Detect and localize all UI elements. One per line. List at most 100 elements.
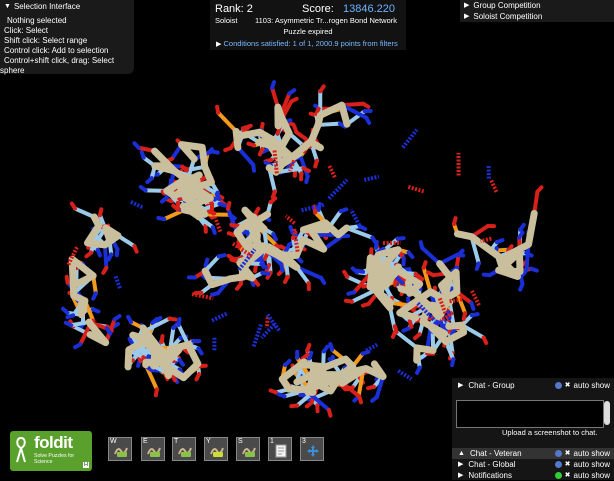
help-line: Shift click: Select range	[4, 36, 134, 46]
sidechain-atom	[117, 249, 118, 255]
rebuild-all-icon	[210, 444, 224, 458]
sidechain-atom	[86, 253, 91, 257]
sidechain-atom	[348, 292, 354, 294]
notifications-tab[interactable]: ▶Notifications ✖auto show	[452, 470, 614, 481]
sidechain-atom	[519, 233, 522, 238]
sidechain-atom	[109, 254, 112, 259]
hydrogen-bond	[364, 177, 379, 180]
auto-show-label[interactable]: auto show	[574, 448, 610, 459]
sidechain-atom	[464, 313, 465, 319]
foldit-logo[interactable]: foldit Solve Puzzles for Science H	[10, 431, 92, 471]
group-competition-label: Group Competition	[473, 0, 540, 11]
hydrogen-bond	[267, 317, 268, 328]
chat-veteran-tab[interactable]: ▲Chat - Veteran ✖auto show	[452, 448, 614, 459]
sidechain-atom	[100, 209, 101, 215]
wiggle-all-button[interactable]: W	[108, 437, 132, 461]
sidechain-atom	[115, 316, 120, 319]
chat-panel: ▶Chat - Group ✖auto show Upload a screen…	[452, 378, 614, 480]
notes-button[interactable]: 1	[268, 437, 292, 461]
puzzle-name: 1103: Asymmetric Tr...rogen Bond Network	[255, 16, 397, 25]
expand-triangle-icon: ▶	[216, 41, 221, 48]
sidechain-atom	[472, 314, 478, 315]
sidechain-atom	[232, 225, 238, 226]
rebuild-all-button[interactable]: Y	[204, 437, 228, 461]
chat-global-tab[interactable]: ▶Chat - Global ✖auto show	[452, 459, 614, 470]
chat-group-tab[interactable]: ▶Chat - Group ✖auto show	[452, 380, 614, 391]
move-button[interactable]: 3	[300, 437, 324, 461]
sidechain-atom	[368, 387, 374, 388]
sidechain-atom	[67, 277, 68, 283]
close-icon[interactable]: ✖	[565, 380, 571, 391]
sidechain-atom	[262, 273, 268, 274]
collapse-triangle-icon[interactable]: ▼	[4, 2, 11, 12]
sidechain-atom	[395, 326, 397, 332]
sidechain-atom	[198, 348, 201, 353]
sidechain-atom	[147, 178, 151, 182]
sidechain-atom	[255, 265, 256, 271]
shake-sidechains-all-button[interactable]: S	[236, 437, 260, 461]
sidechain-atom	[67, 315, 73, 317]
sidechain-atom	[179, 360, 183, 365]
sidechain-atom	[228, 203, 229, 209]
chat-message-area[interactable]	[456, 400, 604, 428]
sidechain-atom	[72, 203, 75, 208]
rank-label: Rank: 2	[215, 3, 253, 15]
sidechain-atom	[169, 319, 175, 320]
sidechain-atom	[107, 328, 110, 333]
sidechain[interactable]	[228, 209, 237, 232]
conditions-toggle[interactable]: ▶ Conditions satisfied: 1 of 1, 2000.9 p…	[216, 39, 398, 48]
close-icon[interactable]: ✖	[565, 459, 571, 470]
upload-screenshot-tooltip[interactable]: Upload a screenshot to chat.	[502, 428, 597, 437]
sidechain-atom	[398, 238, 404, 239]
sidechain-atom	[294, 126, 296, 132]
hydrogen-bond	[131, 202, 142, 207]
sidechain-atom	[306, 176, 307, 182]
sidechain[interactable]	[397, 332, 418, 348]
sidechain-atom	[213, 227, 215, 233]
sidechain-atom	[237, 284, 241, 289]
sidechain-atom	[307, 345, 309, 351]
sidechain[interactable]	[218, 113, 236, 132]
close-icon[interactable]: ✖	[565, 470, 571, 481]
sidechain-atom	[366, 118, 369, 123]
info-icon[interactable]	[555, 461, 562, 468]
move-icon	[306, 444, 320, 458]
hydrogen-bond	[366, 345, 377, 351]
auto-show-label[interactable]: auto show	[574, 459, 610, 470]
auto-show-label[interactable]: auto show	[574, 380, 610, 391]
chat-global-label: Chat - Global	[468, 459, 515, 470]
status-on-icon[interactable]	[555, 472, 562, 479]
close-icon[interactable]: ✖	[565, 448, 571, 459]
sidechain-atom	[134, 246, 136, 252]
chat-scrollbar[interactable]	[604, 401, 610, 425]
info-icon[interactable]	[555, 450, 562, 457]
sidechain-atom	[142, 152, 144, 158]
sidechain-atom	[330, 344, 332, 350]
soloist-competition-toggle[interactable]: ▶Soloist Competition	[460, 11, 614, 22]
shake-all-button[interactable]: E	[141, 437, 165, 461]
sidechain-atom	[229, 233, 235, 235]
sidechain-atom	[265, 254, 268, 259]
auto-show-label[interactable]: auto show	[574, 470, 610, 481]
sidechain-atom	[281, 265, 282, 271]
selection-interface-title: Selection Interface	[14, 2, 80, 12]
help-line: sphere	[0, 66, 134, 76]
expand-triangle-icon: ▶	[458, 380, 463, 391]
score-label: Score:	[302, 3, 334, 15]
info-icon[interactable]	[555, 382, 562, 389]
sidechain[interactable]	[347, 228, 373, 238]
sidechain-atom	[537, 187, 541, 191]
sidechain-atom	[156, 389, 157, 395]
group-competition-toggle[interactable]: ▶Group Competition	[460, 0, 614, 11]
sidechain-atom	[477, 263, 479, 269]
sidechain-atom	[520, 284, 522, 290]
hydrogen-bond	[403, 130, 417, 148]
sidechain-atom	[320, 86, 323, 91]
sidechain-atom	[93, 309, 99, 311]
selection-interface-header[interactable]: ▼ Selection Interface	[0, 0, 134, 12]
sidechain-atom	[279, 394, 285, 396]
hydrogen-bond	[115, 275, 120, 288]
sidechain-atom	[428, 272, 433, 275]
wiggle-sidechains-all-button[interactable]: T	[172, 437, 196, 461]
help-line: Control+shift click, drag: Select	[4, 56, 134, 66]
